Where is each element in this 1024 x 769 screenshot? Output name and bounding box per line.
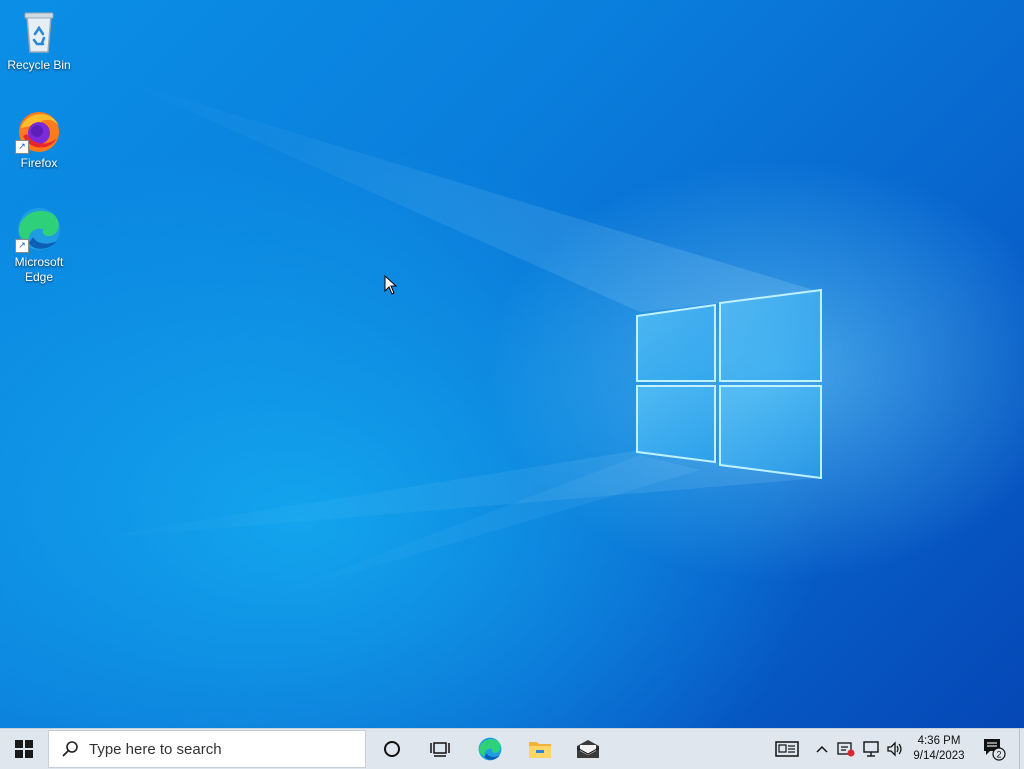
edge-icon: ↗ bbox=[15, 205, 63, 253]
clock-button[interactable]: 4:36 PM 9/14/2023 bbox=[906, 729, 972, 769]
firefox-icon: ↗ bbox=[15, 106, 63, 154]
tray-security-button[interactable] bbox=[835, 729, 857, 769]
taskbar: Type here to search 4:36 PM 9/14/2023 2 bbox=[0, 728, 1024, 769]
folder-icon bbox=[529, 742, 551, 758]
wallpaper-light-beams bbox=[80, 80, 822, 600]
notifications-icon: 2 bbox=[984, 739, 1006, 761]
news-interests-icon bbox=[775, 741, 799, 757]
task-view-button[interactable] bbox=[416, 729, 464, 769]
show-hidden-icons-button[interactable] bbox=[812, 729, 832, 769]
desktop-icon-firefox[interactable]: ↗ Firefox bbox=[3, 106, 75, 171]
shortcut-arrow-icon: ↗ bbox=[15, 140, 29, 154]
show-desktop-button[interactable] bbox=[1019, 729, 1020, 769]
windows-logo-glow bbox=[636, 288, 822, 480]
clock-time: 4:36 PM bbox=[917, 735, 961, 747]
search-placeholder: Type here to search bbox=[89, 740, 222, 758]
clock-date: 9/14/2023 bbox=[913, 750, 965, 762]
desktop-icon-edge[interactable]: ↗ Microsoft Edge bbox=[3, 205, 75, 285]
action-center-button[interactable]: 2 bbox=[976, 729, 1012, 769]
notification-count-badge: 2 bbox=[996, 750, 1001, 760]
mail-icon bbox=[576, 740, 600, 758]
search-icon bbox=[62, 741, 78, 757]
tray-network-button[interactable] bbox=[859, 729, 883, 769]
taskbar-search-box[interactable]: Type here to search bbox=[48, 730, 366, 768]
taskbar-edge-button[interactable] bbox=[466, 729, 514, 769]
news-and-interests-button[interactable] bbox=[770, 729, 804, 769]
start-button[interactable] bbox=[0, 729, 48, 769]
windows-logo-icon bbox=[15, 740, 33, 758]
desktop-icon-label: Firefox bbox=[20, 156, 58, 170]
shortcut-arrow-icon: ↗ bbox=[15, 239, 29, 253]
recycle-bin-icon bbox=[15, 8, 63, 56]
desktop[interactable]: Recycle Bin ↗ Firefox ↗ Microsoft Edge bbox=[0, 0, 1024, 728]
desktop-icon-label: Microsoft Edge bbox=[14, 255, 64, 284]
security-alert-icon bbox=[837, 742, 855, 757]
cortana-button[interactable] bbox=[368, 729, 416, 769]
cortana-circle-icon bbox=[384, 741, 400, 757]
tray-volume-button[interactable] bbox=[884, 729, 906, 769]
desktop-icon-recycle-bin[interactable]: Recycle Bin bbox=[3, 8, 75, 73]
taskbar-mail-button[interactable] bbox=[564, 729, 612, 769]
task-view-icon bbox=[430, 742, 450, 757]
edge-icon bbox=[478, 737, 502, 761]
mouse-pointer-icon bbox=[384, 275, 398, 295]
taskbar-file-explorer-button[interactable] bbox=[516, 729, 564, 769]
network-icon bbox=[863, 741, 879, 757]
chevron-up-icon bbox=[816, 745, 828, 753]
desktop-icon-label: Recycle Bin bbox=[7, 58, 71, 72]
volume-icon bbox=[887, 741, 902, 757]
